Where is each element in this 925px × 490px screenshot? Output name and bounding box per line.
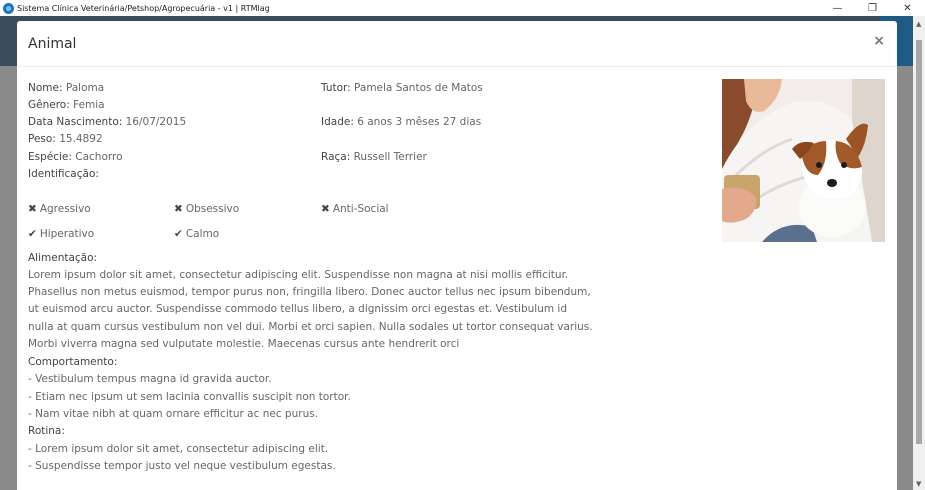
scroll-up-icon[interactable]: ▲ <box>916 20 921 28</box>
rotina-title: Rotina: <box>28 425 65 437</box>
especie-value: Cachorro <box>75 151 123 163</box>
peso-value: 15.4892 <box>59 133 103 145</box>
window-close-button[interactable]: ✕ <box>890 0 925 16</box>
trait-label: Calmo <box>185 228 220 240</box>
trait-agressivo: ✖ Agressivo <box>28 203 91 215</box>
idade-label: Idade: <box>321 116 354 128</box>
animal-nome: Nome: Paloma <box>28 82 104 94</box>
modal-close-button[interactable]: × <box>873 33 885 49</box>
nome-value: Paloma <box>65 82 105 94</box>
app-icon <box>3 2 14 14</box>
animal-especie: Espécie: Cachorro <box>28 151 123 163</box>
comportamento-item: - Etiam nec ipsum ut sem lacinia convall… <box>28 391 351 403</box>
window-controls: — ❐ ✕ <box>820 0 925 16</box>
trait-obsessivo: ✖ Obsessivo <box>174 203 239 215</box>
trait-label: Agressivo <box>39 203 91 215</box>
page-scrollbar[interactable]: ▲ ▼ <box>913 16 925 490</box>
check-icon: ✔ <box>174 228 183 240</box>
tutor-value: Pamela Santos de Matos <box>354 82 483 94</box>
animal-genero: Gênero: Femia <box>28 99 105 111</box>
trait-label: Hiperativo <box>39 228 95 240</box>
nome-label: Nome: <box>28 82 63 94</box>
x-icon: ✖ <box>28 203 37 215</box>
modal-title: Animal <box>28 36 77 52</box>
scroll-down-icon[interactable]: ▼ <box>916 480 921 488</box>
trait-label: Anti-Social <box>332 203 389 215</box>
especie-label: Espécie: <box>28 151 72 163</box>
identificacao-label: Identificação: <box>28 168 99 180</box>
animal-modal: Animal × Nome: Paloma Gênero: Femia Data… <box>17 21 897 490</box>
rotina-item: - Suspendisse tempor justo vel neque ves… <box>28 460 336 472</box>
trait-calmo: ✔ Calmo <box>174 228 219 240</box>
comportamento-item: - Nam vitae nibh at quam ornare efficitu… <box>28 408 319 420</box>
genero-label: Gênero: <box>28 99 70 111</box>
check-icon: ✔ <box>28 228 37 240</box>
dog-photo-illustration <box>722 79 885 242</box>
animal-tutor: Tutor: Pamela Santos de Matos <box>321 82 483 94</box>
animal-identificacao: Identificação: <box>28 168 99 180</box>
x-icon: ✖ <box>174 203 183 215</box>
raca-value: Russell Terrier <box>353 151 427 163</box>
scrollbar-thumb[interactable] <box>916 40 922 444</box>
nascimento-value: 16/07/2015 <box>125 116 187 128</box>
comportamento-title: Comportamento: <box>28 356 118 368</box>
restore-button[interactable]: ❐ <box>855 0 890 16</box>
animal-raca: Raça: Russell Terrier <box>321 151 427 163</box>
trait-hiperativo: ✔ Hiperativo <box>28 228 94 240</box>
animal-nascimento: Data Nascimento: 16/07/2015 <box>28 116 186 128</box>
alimentacao-title: Alimentação: <box>28 252 98 264</box>
genero-value: Femia <box>73 99 105 111</box>
animal-photo <box>722 79 885 242</box>
alimentacao-text: Lorem ipsum dolor sit amet, consectetur … <box>28 269 593 350</box>
tutor-label: Tutor: <box>321 82 351 94</box>
nascimento-label: Data Nascimento: <box>28 116 123 128</box>
peso-label: Peso: <box>28 133 56 145</box>
animal-peso: Peso: 15.4892 <box>28 133 103 145</box>
trait-label: Obsessivo <box>185 203 240 215</box>
minimize-button[interactable]: — <box>820 0 855 16</box>
trait-anti-social: ✖ Anti-Social <box>321 203 389 215</box>
idade-value: 6 anos 3 mêses 27 dias <box>357 116 482 128</box>
modal-header: Animal × <box>17 21 897 67</box>
window-titlebar: Sistema Clínica Veterinária/Petshop/Agro… <box>0 0 925 16</box>
rotina-item: - Lorem ipsum dolor sit amet, consectetu… <box>28 443 329 455</box>
x-icon: ✖ <box>321 203 330 215</box>
animal-idade: Idade: 6 anos 3 mêses 27 dias <box>321 116 481 128</box>
raca-label: Raça: <box>321 151 351 163</box>
comportamento-item: - Vestibulum tempus magna id gravida auc… <box>28 373 272 385</box>
window-title: Sistema Clínica Veterinária/Petshop/Agro… <box>17 3 270 13</box>
